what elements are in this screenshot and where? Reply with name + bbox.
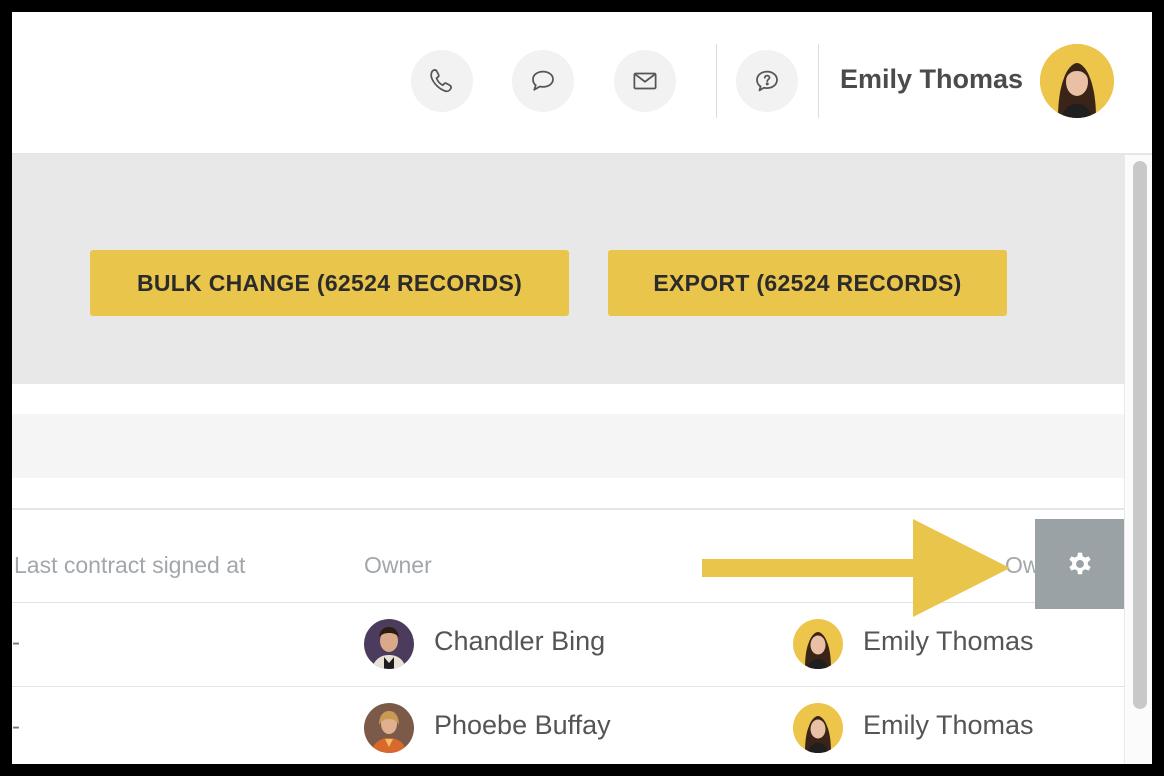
scrollbar-thumb[interactable] xyxy=(1133,161,1147,709)
column-settings-button[interactable] xyxy=(1035,519,1124,609)
spacer xyxy=(12,478,1124,510)
mail-icon xyxy=(633,72,657,90)
owner2-name[interactable]: Emily Thomas xyxy=(863,626,1034,657)
user-name[interactable]: Emily Thomas xyxy=(840,64,1023,95)
app-window: Emily Thomas BULK CHANGE (62524 RECORDS)… xyxy=(12,12,1152,764)
bulk-change-button[interactable]: BULK CHANGE (62524 RECORDS) xyxy=(90,250,569,316)
filter-bar xyxy=(12,414,1124,478)
column-header-owner[interactable]: Owner xyxy=(364,552,432,579)
spacer xyxy=(12,384,1124,414)
avatar xyxy=(364,619,414,669)
bulk-actions-panel: BULK CHANGE (62524 RECORDS) EXPORT (6252… xyxy=(12,155,1124,384)
header-divider xyxy=(818,44,819,118)
top-bar: Emily Thomas xyxy=(12,12,1152,155)
chat-button[interactable] xyxy=(512,50,574,112)
last-contract-cell: - xyxy=(12,629,20,656)
user-avatar[interactable] xyxy=(1040,44,1114,118)
annotation-arrow-icon xyxy=(702,519,1010,617)
column-header-last-contract[interactable]: Last contract signed at xyxy=(14,552,245,579)
owner-name[interactable]: Phoebe Buffay xyxy=(434,710,611,741)
phone-icon xyxy=(430,69,452,93)
owner-name[interactable]: Chandler Bing xyxy=(434,626,605,657)
avatar xyxy=(793,619,843,669)
owner2-name[interactable]: Emily Thomas xyxy=(863,710,1034,741)
gear-icon xyxy=(1068,552,1091,575)
header-divider xyxy=(716,44,717,118)
vertical-scrollbar[interactable] xyxy=(1124,155,1152,764)
export-button[interactable]: EXPORT (62524 RECORDS) xyxy=(608,250,1007,316)
avatar xyxy=(793,703,843,753)
mail-button[interactable] xyxy=(614,50,676,112)
avatar xyxy=(364,703,414,753)
phone-button[interactable] xyxy=(411,50,473,112)
help-button[interactable] xyxy=(736,50,798,112)
last-contract-cell: - xyxy=(12,713,20,740)
help-icon xyxy=(756,70,778,92)
chat-icon xyxy=(532,70,554,91)
table-row[interactable]: - Phoebe Buffay Emily Thomas xyxy=(12,687,1124,764)
